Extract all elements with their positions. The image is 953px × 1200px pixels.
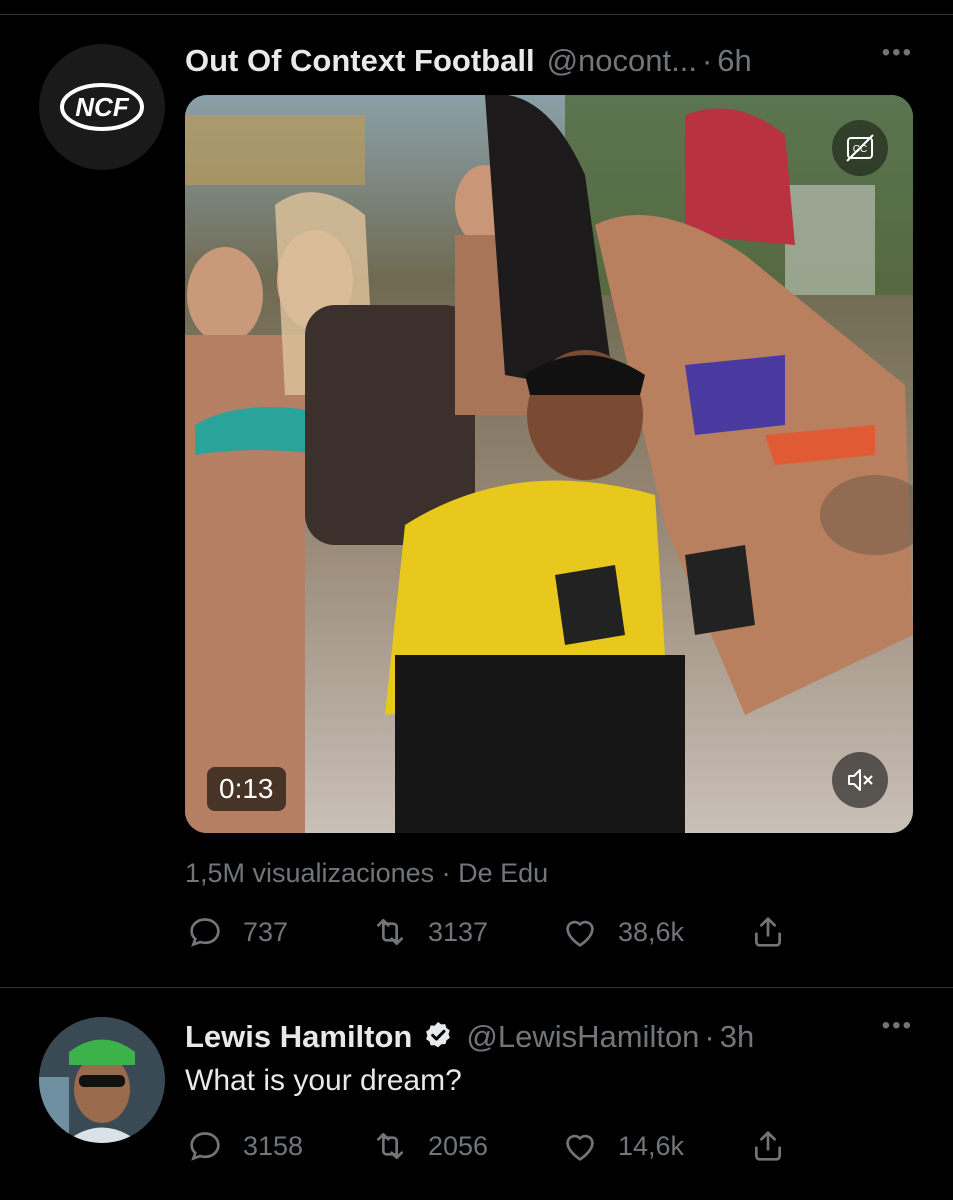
share-icon (755, 1131, 781, 1161)
tweet-lewis-hamilton[interactable]: Lewis Hamilton @LewisHamilton · 3h ••• W… (0, 988, 953, 1200)
author-handle[interactable]: @nocont... (547, 43, 697, 79)
tweet-header: Out Of Context Football @nocont... · 6h (185, 43, 913, 79)
reply-icon (190, 918, 220, 947)
reply-button[interactable]: 737 (185, 912, 370, 952)
video-duration: 0:13 (207, 767, 286, 811)
reply-count: 737 (243, 916, 289, 947)
heart-icon (566, 920, 594, 947)
video-player[interactable]: CC 0:13 (185, 95, 913, 833)
retweet-count: 3137 (428, 916, 489, 947)
verified-badge-icon (426, 1022, 451, 1048)
heart-icon (566, 1134, 594, 1161)
action-bar: 3158 2056 14,6k (185, 1126, 913, 1166)
share-button[interactable] (748, 912, 788, 952)
more-options-button[interactable]: ••• (882, 1012, 913, 1040)
separator: · (704, 1019, 715, 1054)
tweet-header: Lewis Hamilton @LewisHamilton · 3h (185, 1015, 913, 1055)
ncf-logo: NCF (60, 83, 144, 131)
more-options-button[interactable]: ••• (882, 39, 913, 67)
share-button[interactable] (748, 1126, 788, 1166)
mute-icon (848, 769, 873, 791)
like-button[interactable]: 38,6k (560, 912, 748, 952)
reply-button[interactable]: 3158 (185, 1126, 370, 1166)
retweet-icon (377, 919, 403, 945)
video-thumbnail (185, 95, 913, 833)
like-count: 14,6k (618, 1130, 685, 1161)
retweet-button[interactable]: 2056 (370, 1126, 560, 1166)
reply-icon (190, 1132, 220, 1161)
tweet-out-of-context-football[interactable]: NCF Out Of Context Football @nocont... ·… (0, 15, 953, 987)
tweet-text: What is your dream? (185, 1064, 462, 1097)
timestamp[interactable]: 6h (717, 43, 751, 79)
mute-button[interactable] (832, 752, 888, 808)
view-count[interactable]: 1,5M visualizaciones · De Edu (185, 858, 548, 889)
separator: · (701, 43, 713, 78)
timestamp[interactable]: 3h (720, 1019, 754, 1055)
closed-captions-icon: CC (846, 134, 874, 162)
share-icon (755, 917, 781, 947)
svg-text:NCF: NCF (75, 92, 130, 122)
reply-count: 3158 (243, 1130, 304, 1161)
action-bar: 737 3137 38,6k (185, 912, 913, 952)
avatar[interactable]: NCF (39, 44, 165, 170)
like-button[interactable]: 14,6k (560, 1126, 748, 1166)
author-name[interactable]: Out Of Context Football (185, 43, 535, 79)
author-handle[interactable]: @LewisHamilton (466, 1019, 699, 1055)
closed-captions-button[interactable]: CC (832, 120, 888, 176)
retweet-icon (377, 1133, 403, 1159)
like-count: 38,6k (618, 916, 685, 947)
author-name[interactable]: Lewis Hamilton (185, 1019, 412, 1055)
retweet-button[interactable]: 3137 (370, 912, 560, 952)
profile-photo (39, 1017, 165, 1143)
avatar[interactable] (39, 1017, 165, 1143)
retweet-count: 2056 (428, 1130, 489, 1161)
